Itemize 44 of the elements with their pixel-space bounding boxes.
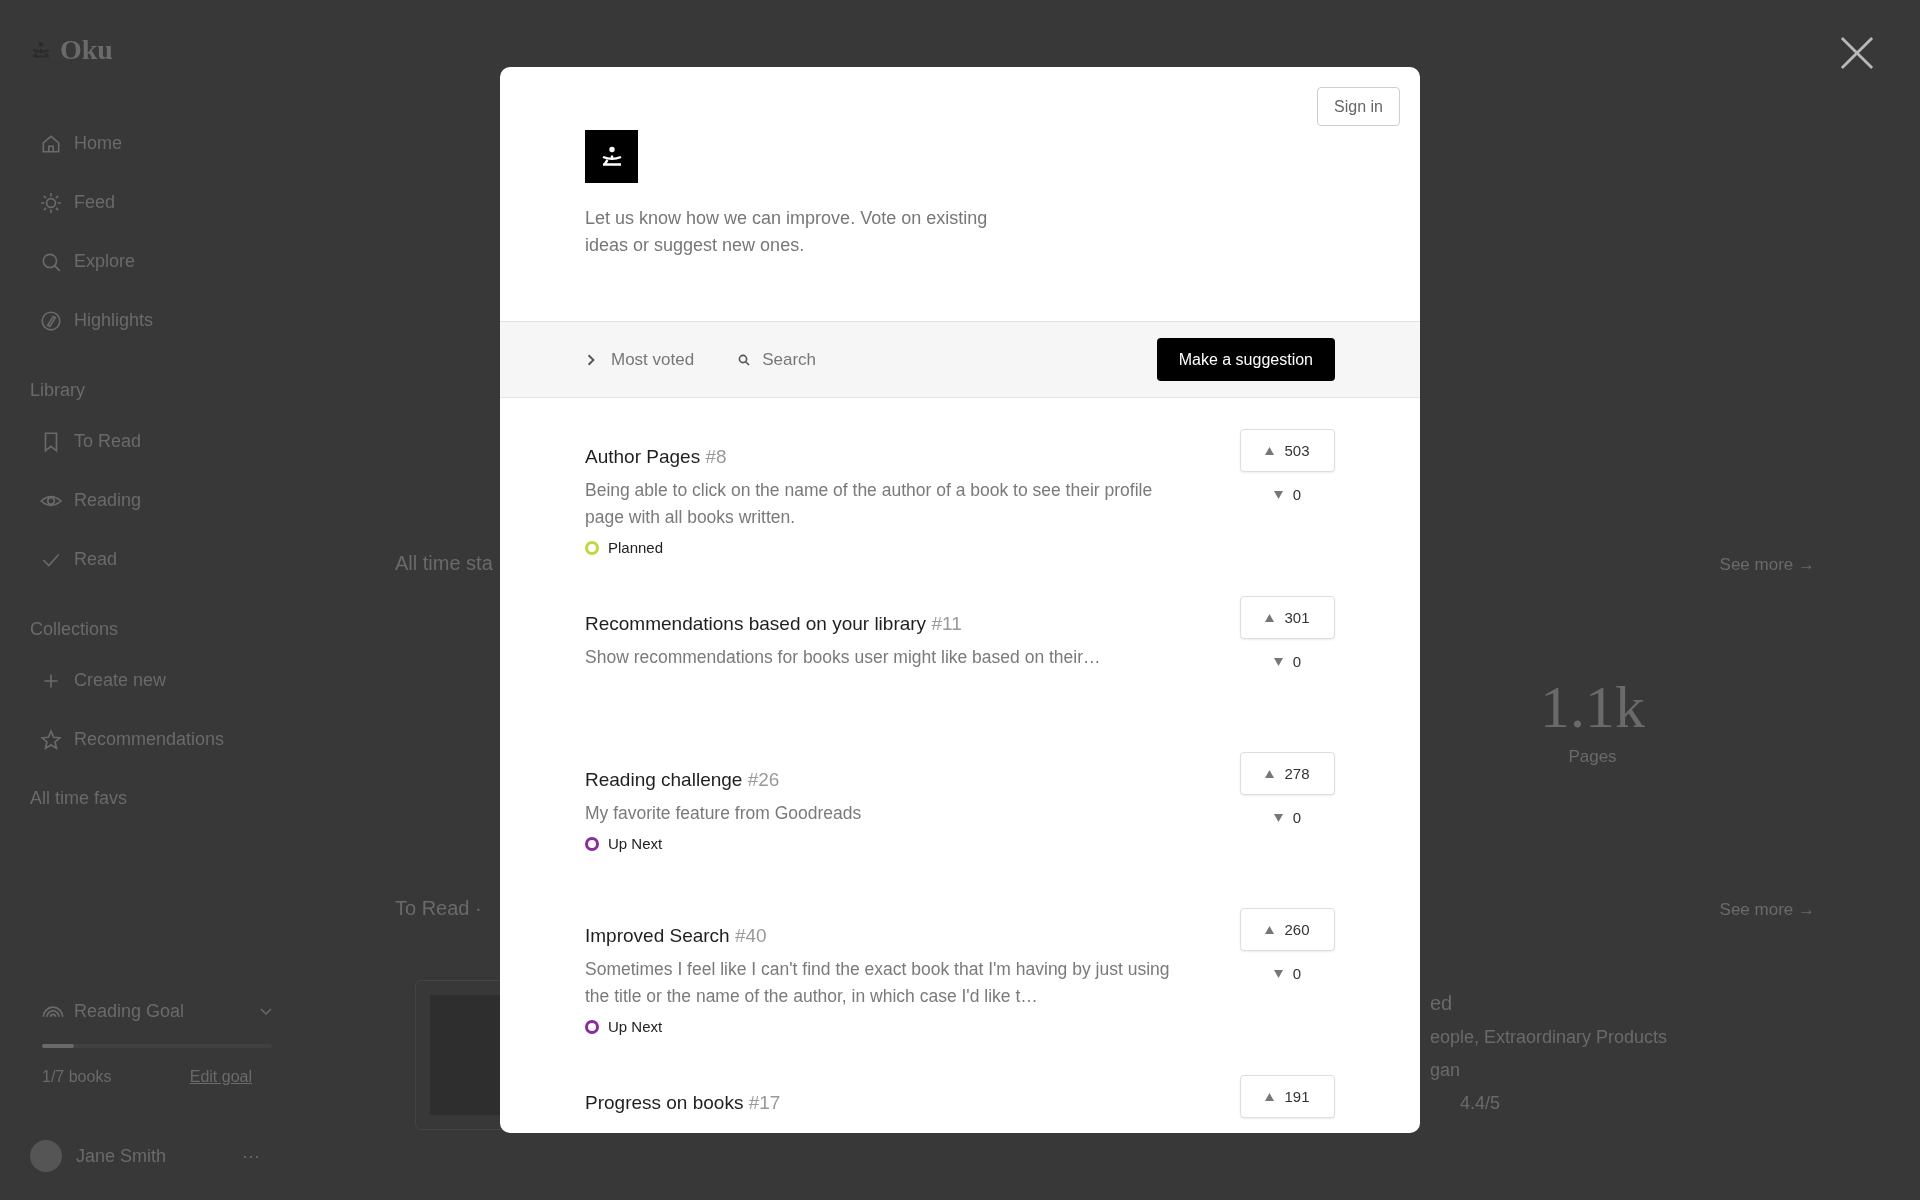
- suggestion-title[interactable]: Recommendations based on your library #11: [585, 612, 1195, 636]
- suggestion-description: My favorite feature from Goodreads: [585, 802, 863, 825]
- arch-icon: [42, 1005, 64, 1018]
- logo-icon: [585, 130, 638, 183]
- suggestion-title[interactable]: Progress on books #17: [585, 1091, 1195, 1115]
- suggestion-title[interactable]: Author Pages #8: [585, 445, 1195, 469]
- downvote-button[interactable]: 0: [1265, 649, 1310, 674]
- sign-in-button[interactable]: Sign in: [1317, 87, 1400, 126]
- suggestion-title[interactable]: Reading challenge #26: [585, 768, 1195, 792]
- upvote-button[interactable]: 278: [1240, 752, 1335, 795]
- sun-icon: [40, 191, 62, 214]
- up-triangle-icon: [1265, 769, 1275, 778]
- up-triangle-icon: [1265, 613, 1275, 622]
- close-icon[interactable]: [1840, 36, 1874, 70]
- up-triangle-icon: [1265, 446, 1275, 455]
- chevron-right-icon: [585, 353, 597, 366]
- upvote-button[interactable]: 260: [1240, 908, 1335, 951]
- status-label: Up Next: [608, 1018, 663, 1035]
- make-suggestion-button[interactable]: Make a suggestion: [1156, 338, 1335, 381]
- intro-text: Let us know how we can improve. Vote on existing ideas or suggest new ones.: [585, 207, 989, 257]
- suggestion-description: Show recommendations for books user might like based on their…: [585, 646, 1102, 669]
- pen-icon: [40, 309, 62, 332]
- upvote-button[interactable]: 191: [1240, 1075, 1335, 1118]
- sort-dropdown[interactable]: Most voted: [585, 349, 695, 370]
- downvote-button[interactable]: 0: [1265, 961, 1310, 986]
- down-triangle-icon: [1273, 969, 1283, 978]
- suggestion-description: Being able to click on the name of the author of a book to see their profile page with all books written.: [585, 479, 1154, 529]
- suggestion-title[interactable]: Improved Search #40: [585, 924, 1195, 948]
- downvote-button[interactable]: 0: [1265, 805, 1310, 830]
- down-triangle-icon: [1273, 490, 1283, 499]
- status-label: Planned: [608, 539, 664, 556]
- star-icon: [40, 728, 62, 751]
- search-field[interactable]: Search: [762, 349, 903, 370]
- downvote-button[interactable]: 0: [1265, 482, 1310, 507]
- upvote-button[interactable]: 503: [1240, 429, 1335, 472]
- up-triangle-icon: [1265, 925, 1275, 934]
- search-icon: [738, 353, 751, 366]
- more-menu[interactable]: ···: [242, 1145, 260, 1167]
- upvote-button[interactable]: 301: [1240, 596, 1335, 639]
- up-triangle-icon: [1265, 1092, 1275, 1101]
- suggestion-description: Sometimes I feel like I can't find the exact book that I'm having by just using the title or the name of the author, in which case I'd like t…: [585, 958, 1171, 1008]
- down-triangle-icon: [1273, 657, 1283, 666]
- down-triangle-icon: [1273, 813, 1283, 822]
- status-label: Up Next: [608, 835, 663, 852]
